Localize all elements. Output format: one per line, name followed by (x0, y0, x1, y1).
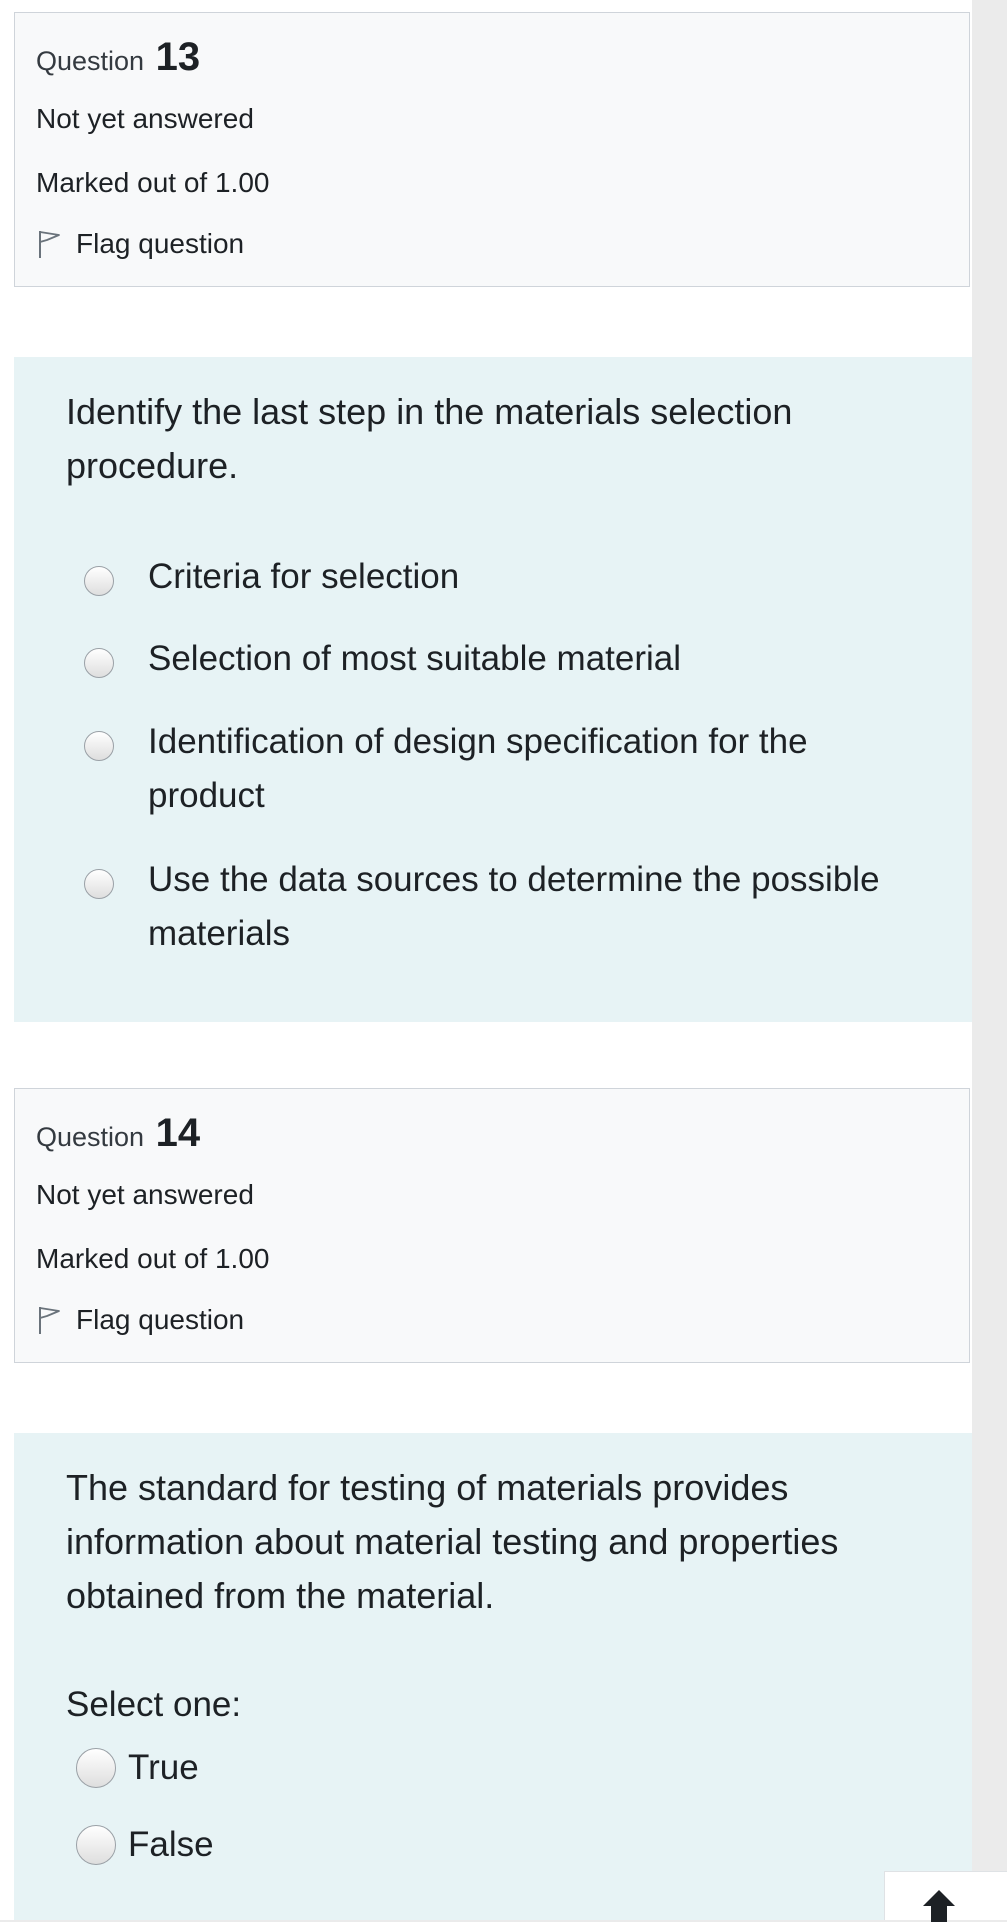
answer-option[interactable]: Identification of design specification f… (84, 715, 944, 823)
question-text-line: The standard for testing of materials pr… (66, 1467, 789, 1508)
question-state: Not yet answered (36, 1179, 254, 1210)
question-grade: Marked out of 1.00 (36, 1243, 270, 1274)
answer-option-label: Identification of design specification f… (148, 715, 808, 823)
flag-question-button[interactable]: Flag question (36, 1304, 244, 1336)
radio-button[interactable] (84, 648, 114, 678)
question-number-14: Question 14 (36, 1111, 200, 1156)
flag-question-label: Flag question (76, 1304, 245, 1335)
radio-button[interactable] (84, 731, 114, 761)
answer-text-line: Selection of most suitable material (148, 639, 682, 678)
question-label: Question (36, 1122, 145, 1152)
answer-option-false[interactable]: False (76, 1825, 214, 1865)
radio-button[interactable] (84, 566, 114, 596)
answer-option-label: Criteria for selection (148, 550, 459, 604)
question-content-14: The standard for testing of materials pr… (14, 1433, 972, 1920)
radio-button[interactable] (76, 1748, 116, 1788)
quiz-page: Question 13 Not yet answered Marked out … (0, 0, 972, 1920)
answer-option[interactable]: Use the data sources to determine the po… (84, 853, 944, 961)
question-content-13: Identify the last step in the materials … (14, 357, 972, 1022)
select-one-prompt: Select one: (66, 1685, 242, 1724)
question-grade: Marked out of 1.00 (36, 167, 270, 198)
radio-button[interactable] (84, 869, 114, 899)
answer-option-label: Selection of most suitable material (148, 632, 681, 686)
radio-button[interactable] (76, 1825, 116, 1865)
answer-option-label: False (128, 1825, 214, 1864)
answer-option-label: Use the data sources to determine the po… (148, 853, 880, 961)
answer-text-line: Use the data sources to determine the po… (148, 860, 880, 899)
question-info-14: Question 14 Not yet answered Marked out … (14, 1088, 970, 1363)
flag-outline-icon (39, 231, 60, 258)
answer-text-line: Identification of design specification f… (148, 722, 808, 761)
question-label: Question (36, 46, 145, 76)
answer-text-line: Criteria for selection (148, 557, 460, 596)
answer-option[interactable]: Selection of most suitable material (84, 632, 944, 686)
question-text: The standard for testing of materials pr… (66, 1461, 926, 1623)
question-state: Not yet answered (36, 103, 254, 134)
question-text-line: information about material testing and p… (66, 1521, 839, 1562)
question-number-13: Question 13 (36, 35, 200, 80)
question-text-line: obtained from the material. (66, 1575, 495, 1616)
arrow-up-icon (923, 1890, 955, 1922)
question-text: Identify the last step in the materials … (66, 385, 926, 493)
question-info-13: Question 13 Not yet answered Marked out … (14, 12, 970, 287)
flag-outline-icon (39, 1307, 60, 1334)
question-number: 13 (155, 35, 201, 79)
back-to-top-button[interactable] (884, 1871, 1007, 1922)
answer-option-label: True (128, 1748, 199, 1787)
flag-question-label: Flag question (76, 228, 245, 259)
flag-question-button[interactable]: Flag question (36, 228, 244, 260)
answer-option-true[interactable]: True (76, 1748, 199, 1788)
question-text-line: Identify the last step in the materials … (66, 391, 793, 432)
question-number: 14 (155, 1111, 201, 1155)
answer-text-line: product (148, 776, 265, 815)
answer-text-line: materials (148, 914, 290, 953)
answer-option[interactable]: Criteria for selection (84, 550, 944, 604)
question-text-line: procedure. (66, 445, 239, 486)
